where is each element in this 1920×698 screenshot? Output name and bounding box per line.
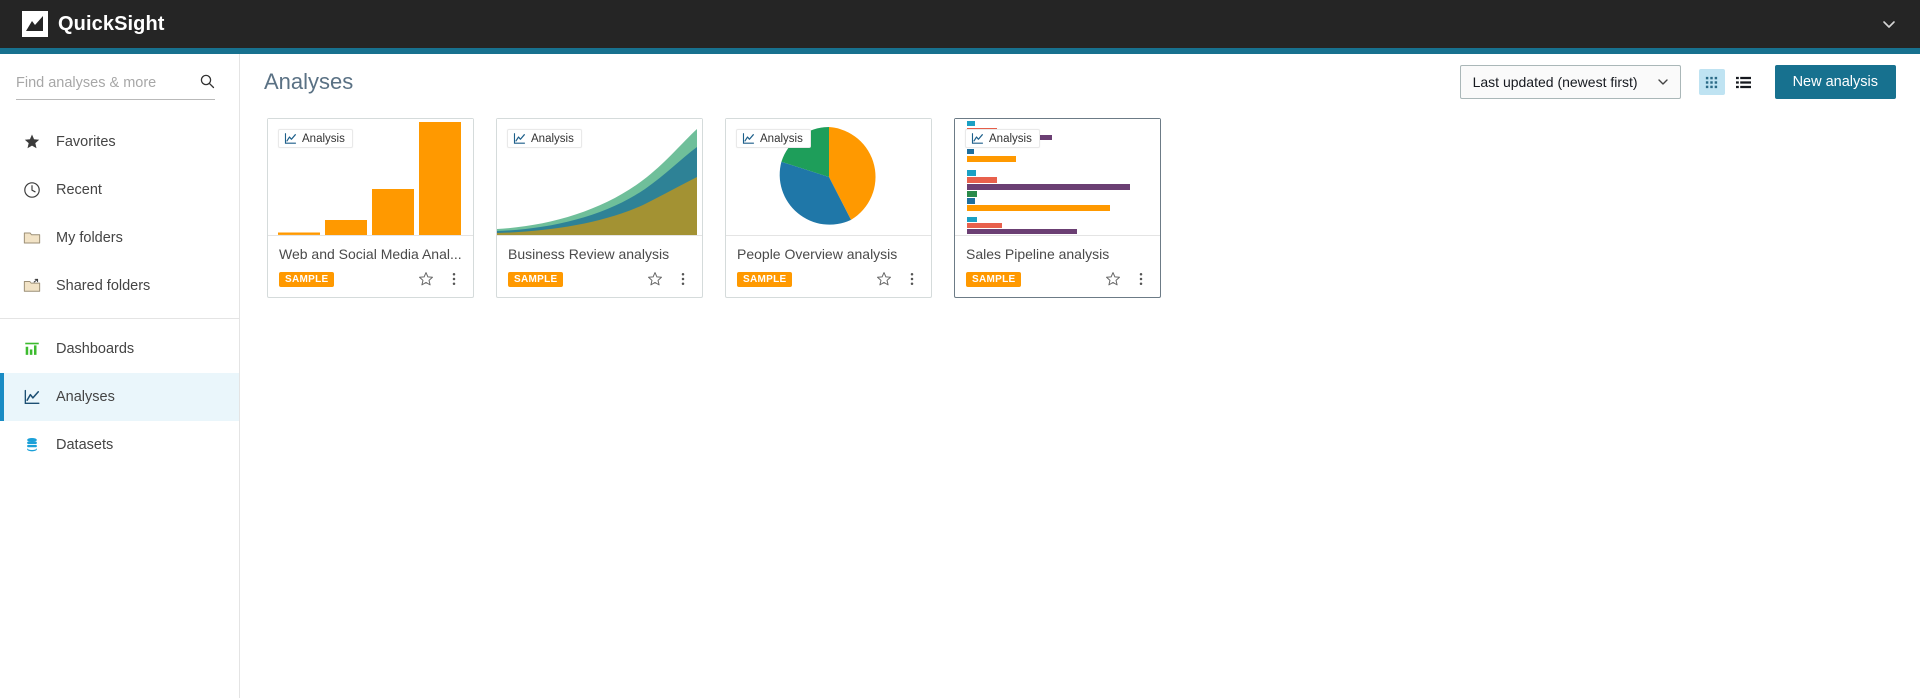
sidebar: Favorites Recent My folders [0, 54, 240, 698]
new-analysis-button[interactable]: New analysis [1774, 65, 1896, 99]
sidebar-item-analyses[interactable]: Analyses [0, 373, 239, 421]
main-content: Analyses Last updated (newest first) New… [240, 54, 1920, 698]
line-chart-icon [513, 132, 526, 145]
search-box[interactable] [16, 74, 215, 100]
card-footer: SAMPLE [737, 271, 920, 287]
card-footer: SAMPLE [279, 271, 462, 287]
sidebar-item-label: Datasets [56, 437, 114, 453]
star-icon [22, 132, 42, 152]
card-title: Business Review analysis [508, 246, 670, 262]
analysis-card[interactable]: Analysis Web and Social Media Anal... SA… [267, 118, 474, 298]
sample-badge: SAMPLE [966, 271, 1022, 287]
chevron-down-icon [1656, 75, 1670, 89]
sidebar-item-dashboards[interactable]: Dashboards [0, 325, 239, 373]
card-actions [1105, 271, 1149, 287]
more-vertical-icon[interactable] [675, 271, 691, 287]
asset-type-badge: Analysis [507, 129, 582, 148]
view-toggle [1698, 69, 1757, 95]
asset-type-label: Analysis [760, 132, 803, 145]
sidebar-item-shared-folders[interactable]: Shared folders [0, 262, 239, 310]
card-actions [647, 271, 691, 287]
sidebar-item-label: My folders [56, 230, 123, 246]
grid-view-button[interactable] [1698, 69, 1725, 95]
brand-name: QuickSight [58, 12, 165, 35]
star-outline-icon[interactable] [647, 271, 663, 287]
list-view-button[interactable] [1731, 69, 1757, 95]
sample-badge: SAMPLE [737, 271, 793, 287]
card-thumbnail[interactable]: Analysis [497, 119, 702, 236]
card-body: Sales Pipeline analysis SAMPLE [955, 236, 1160, 297]
asset-type-label: Analysis [531, 132, 574, 145]
bar-chart-icon [22, 339, 42, 359]
line-chart-icon [22, 387, 42, 407]
card-title: Web and Social Media Anal... [279, 246, 462, 262]
sort-dropdown[interactable]: Last updated (newest first) [1459, 65, 1681, 99]
folder-icon [22, 228, 42, 248]
sort-dropdown-value: Last updated (newest first) [1472, 74, 1638, 90]
sidebar-item-label: Recent [56, 182, 102, 198]
sidebar-divider [0, 318, 239, 319]
sidebar-item-label: Favorites [56, 134, 116, 150]
sidebar-item-favorites[interactable]: Favorites [0, 118, 239, 166]
card-body: People Overview analysis SAMPLE [726, 236, 931, 297]
clock-icon [22, 180, 42, 200]
top-bar: QuickSight [0, 0, 1920, 48]
analysis-card[interactable]: Analysis People Overview analysis SAMPLE [725, 118, 932, 298]
database-icon [22, 435, 42, 455]
main-header: Analyses Last updated (newest first) New… [240, 54, 1920, 110]
card-body: Web and Social Media Anal... SAMPLE [268, 236, 473, 297]
sample-badge: SAMPLE [279, 271, 335, 287]
line-chart-icon [284, 132, 297, 145]
page-title: Analyses [264, 69, 354, 94]
asset-type-label: Analysis [302, 132, 345, 145]
line-chart-icon [742, 132, 755, 145]
card-title: Sales Pipeline analysis [966, 246, 1110, 262]
line-chart-icon [971, 132, 984, 145]
analysis-card[interactable]: Analysis Sales Pipeline analysis SAMPLE [954, 118, 1161, 298]
sidebar-nav-primary: Favorites Recent My folders Shared folde… [0, 118, 239, 469]
more-vertical-icon[interactable] [1133, 271, 1149, 287]
card-footer: SAMPLE [508, 271, 691, 287]
sample-badge: SAMPLE [508, 271, 564, 287]
asset-type-badge: Analysis [736, 129, 811, 148]
sidebar-item-my-folders[interactable]: My folders [0, 214, 239, 262]
sidebar-item-label: Shared folders [56, 278, 151, 294]
sidebar-item-datasets[interactable]: Datasets [0, 421, 239, 469]
card-title: People Overview analysis [737, 246, 898, 262]
more-vertical-icon[interactable] [446, 271, 462, 287]
asset-type-label: Analysis [989, 132, 1032, 145]
more-vertical-icon[interactable] [904, 271, 920, 287]
grid-icon [1704, 75, 1719, 90]
sidebar-item-recent[interactable]: Recent [0, 166, 239, 214]
card-thumbnail[interactable]: Analysis [955, 119, 1160, 236]
asset-type-badge: Analysis [965, 129, 1040, 148]
search-input[interactable] [16, 75, 186, 91]
card-footer: SAMPLE [966, 271, 1149, 287]
card-body: Business Review analysis SAMPLE [497, 236, 702, 297]
analysis-card[interactable]: Analysis Business Review analysis SAMPLE [496, 118, 703, 298]
search-icon[interactable] [199, 73, 215, 89]
star-outline-icon[interactable] [876, 271, 892, 287]
card-actions [876, 271, 920, 287]
chevron-down-icon[interactable] [1880, 15, 1898, 33]
star-outline-icon[interactable] [1105, 271, 1121, 287]
header-toolbar: Last updated (newest first) New analysis [1459, 65, 1896, 99]
shared-folder-icon [22, 276, 42, 296]
card-thumbnail[interactable]: Analysis [268, 119, 473, 236]
sidebar-item-label: Analyses [56, 389, 115, 405]
quicksight-logo-icon [22, 11, 48, 37]
star-outline-icon[interactable] [418, 271, 434, 287]
asset-type-badge: Analysis [278, 129, 353, 148]
analyses-card-grid: Analysis Web and Social Media Anal... SA… [240, 110, 1920, 298]
card-thumbnail[interactable]: Analysis [726, 119, 931, 236]
card-actions [418, 271, 462, 287]
brand-logo[interactable]: QuickSight [22, 11, 165, 37]
list-icon [1735, 75, 1752, 90]
sidebar-item-label: Dashboards [56, 341, 135, 357]
